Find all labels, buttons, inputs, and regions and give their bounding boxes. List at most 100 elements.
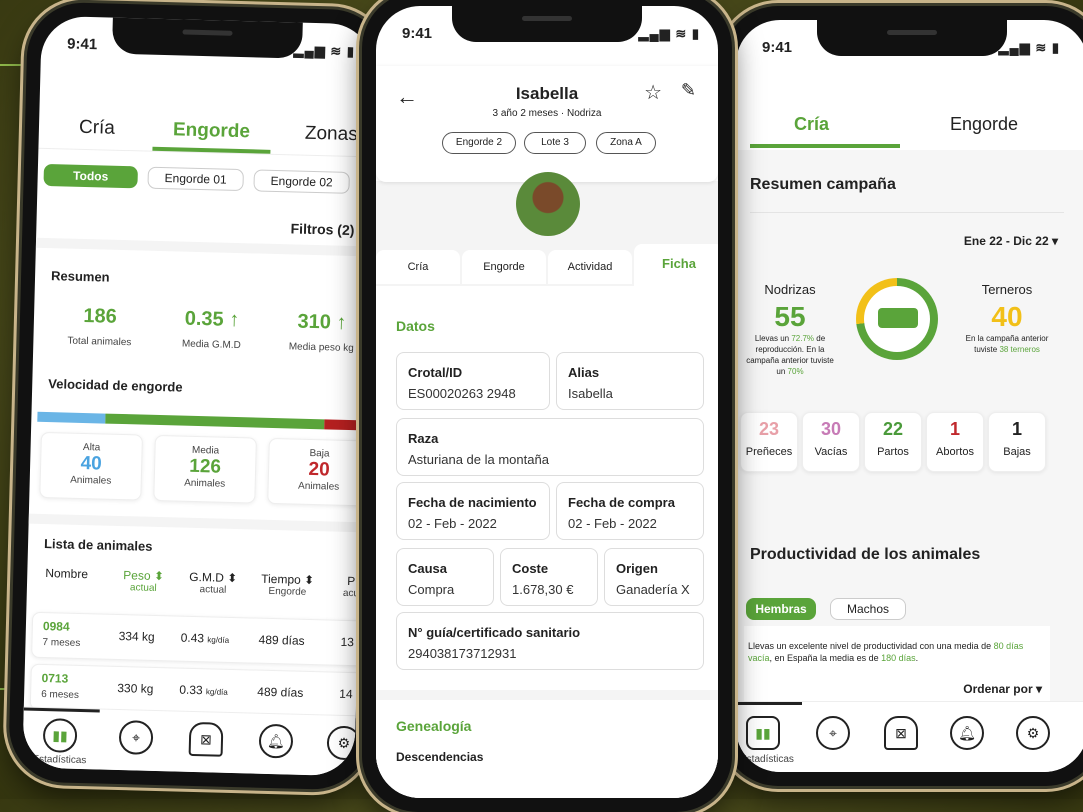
- status-time: 9:41: [66, 35, 98, 54]
- tab-label: Actividad: [567, 261, 613, 273]
- speed-unit: Animales: [70, 474, 112, 487]
- tag-lote[interactable]: Lote 3: [524, 132, 586, 154]
- col-gmd[interactable]: G.M.D ⬍ actual: [189, 570, 237, 596]
- tab-label: Ficha: [662, 256, 696, 271]
- note-highlight: 70%: [787, 367, 804, 376]
- tab-cria[interactable]: Cría: [794, 114, 829, 135]
- resumen-title: Resumen: [50, 268, 110, 285]
- tab-actividad[interactable]: Actividad: [548, 250, 632, 284]
- tab-cria[interactable]: Cría: [376, 250, 460, 284]
- col-tiempo[interactable]: Tiempo ⬍ Engorde: [261, 572, 314, 598]
- prod-text: Llevas un excelente nivel de productivid…: [748, 641, 994, 651]
- field-label: Crotal/ID: [408, 365, 463, 380]
- settings-icon[interactable]: ⚙: [326, 725, 362, 761]
- filter-engorde-02[interactable]: Engorde 02: [253, 169, 350, 194]
- stat-label: Vacías: [814, 446, 848, 458]
- stats-icon[interactable]: ▮▮: [42, 718, 78, 753]
- field-guia[interactable]: N° guía/certificado sanitario 29403817371…: [396, 612, 704, 670]
- bottom-nav: ▮▮ Estadísticas ⌖ ⊠ 🔔︎ ⚙: [736, 701, 1083, 772]
- settings-icon[interactable]: ⚙: [1016, 716, 1050, 750]
- tab-engorde[interactable]: Engorde: [950, 114, 1018, 135]
- barn-icon[interactable]: ⊠: [188, 721, 224, 757]
- col-peso[interactable]: Peso ⬍ actual: [123, 568, 164, 594]
- nodrizas-label: Nodrizas: [764, 282, 816, 297]
- col-label: Nombre: [45, 566, 89, 582]
- col-sub: Engorde: [268, 585, 307, 598]
- tab-zonas[interactable]: Zonas: [305, 123, 358, 146]
- terneros-label: Terneros: [981, 282, 1033, 297]
- phone-cria: 9:41 ▂▄▆ ≋ ▮ Cría Engorde Resumen campañ…: [722, 6, 1083, 786]
- speed-unit: Animales: [297, 480, 340, 493]
- bell-icon[interactable]: 🔔︎: [258, 723, 294, 759]
- row-gmd-value: 0.33: [179, 682, 203, 698]
- row-gmd: 0.43 kg/día: [180, 631, 229, 646]
- tab-cria[interactable]: Cría: [79, 117, 115, 140]
- tag-engorde[interactable]: Engorde 2: [442, 132, 516, 154]
- tab-engorde[interactable]: Engorde: [462, 250, 546, 284]
- lista-title: Lista de animales: [43, 536, 153, 554]
- stat-gmd: 0.35 ↑ Media G.M.D: [161, 307, 262, 352]
- row-gmd-value: 0.43: [180, 630, 205, 646]
- stat-label: Media G.M.D: [181, 338, 241, 352]
- stats-icon[interactable]: ▮▮: [746, 716, 780, 750]
- productividad-card: Llevas un excelente nivel de productivid…: [744, 626, 1050, 706]
- toggle-machos[interactable]: Machos: [830, 598, 906, 620]
- field-origen[interactable]: Origen Ganadería X: [604, 548, 704, 606]
- ordenar-por-dropdown[interactable]: Ordenar por ▾: [963, 682, 1042, 696]
- ordenar-label: Ordenar por: [963, 682, 1033, 696]
- field-alias[interactable]: Alias Isabella: [556, 352, 704, 410]
- col-p[interactable]: Pacu: [343, 574, 360, 599]
- col-nombre[interactable]: Nombre: [45, 566, 88, 581]
- filtros-button[interactable]: Filtros (2): [290, 220, 354, 238]
- table-row[interactable]: 0984 7 meses 334 kg 0.43 kg/día 489 días…: [31, 611, 369, 667]
- row-id: 0984: [42, 619, 70, 634]
- section-tabs: Cría Engorde Actividad Ficha: [376, 244, 718, 286]
- stat-label: Media peso kg: [288, 341, 354, 355]
- field-fecha-compra[interactable]: Fecha de compra 02 - Feb - 2022: [556, 482, 704, 540]
- col-label: P: [347, 573, 356, 589]
- speed-alta-card: Alta 40 Animales: [39, 431, 143, 501]
- field-crotal[interactable]: Crotal/ID ES00020263 2948: [396, 352, 550, 410]
- nav-label-estadisticas: Estadísticas: [740, 754, 794, 765]
- field-value: Isabella: [568, 386, 613, 401]
- field-coste[interactable]: Coste 1.678,30 €: [500, 548, 598, 606]
- field-label: N° guía/certificado sanitario: [408, 625, 581, 640]
- datos-title: Datos: [396, 318, 435, 334]
- terneros-block: Terneros 40 En la campaña anterior tuvis…: [962, 282, 1052, 355]
- productividad-title: Productividad de los animales: [750, 546, 981, 563]
- star-icon[interactable]: ☆: [644, 80, 662, 105]
- stat-preneces: 23 Preñeces: [740, 412, 798, 472]
- bottom-nav: ▮▮ Estadísticas ⌖ ⊠ 🔔︎ ⚙: [22, 706, 362, 777]
- range-selector[interactable]: Ene 22 - Dic 22 ▾: [964, 234, 1058, 248]
- stat-value: 310 ↑: [297, 310, 347, 334]
- screen-cria: 9:41 ▂▄▆ ≋ ▮ Cría Engorde Resumen campañ…: [736, 20, 1083, 772]
- chevron-down-icon: ▾: [1051, 234, 1058, 248]
- filter-engorde-01[interactable]: Engorde 01: [147, 166, 244, 192]
- bell-icon[interactable]: 🔔︎: [950, 716, 984, 750]
- field-fecha-nacimiento[interactable]: Fecha de nacimiento 02 - Feb - 2022: [396, 482, 550, 540]
- tab-ficha[interactable]: Ficha: [634, 244, 718, 286]
- edit-icon[interactable]: ✎: [681, 80, 696, 101]
- toggle-hembras[interactable]: Hembras: [746, 598, 816, 620]
- map-icon[interactable]: ⌖: [118, 720, 154, 755]
- ficha-panel: Datos Crotal/ID ES00020263 2948 Alias Isab…: [376, 286, 718, 798]
- stat-bajas: 1 Bajas: [988, 412, 1046, 472]
- screen-engorde: 9:41 ▂▄▆ ≋ ▮ Cría Engorde Zonas Todos En…: [22, 15, 374, 777]
- tag-zona[interactable]: Zona A: [596, 132, 656, 154]
- donut-center: [864, 286, 930, 352]
- map-icon[interactable]: ⌖: [816, 716, 850, 750]
- speed-media-card: Media 126 Animales: [153, 434, 257, 504]
- note-text: Llevas un: [754, 334, 792, 343]
- field-causa[interactable]: Causa Compra: [396, 548, 494, 606]
- range-label: Ene 22 - Dic 22: [963, 234, 1049, 248]
- cow-calf-icon: [878, 308, 918, 328]
- avatar: [516, 172, 580, 236]
- velocidad-title: Velocidad de engorde: [48, 376, 183, 395]
- donut-chart: [856, 278, 938, 360]
- tab-engorde[interactable]: Engorde: [173, 119, 251, 143]
- filter-todos[interactable]: Todos: [43, 163, 138, 189]
- row-gmd-unit: kg/día: [207, 635, 230, 645]
- field-raza[interactable]: Raza Asturiana de la montaña: [396, 418, 704, 476]
- barn-icon[interactable]: ⊠: [884, 716, 918, 750]
- divider: [750, 212, 1064, 213]
